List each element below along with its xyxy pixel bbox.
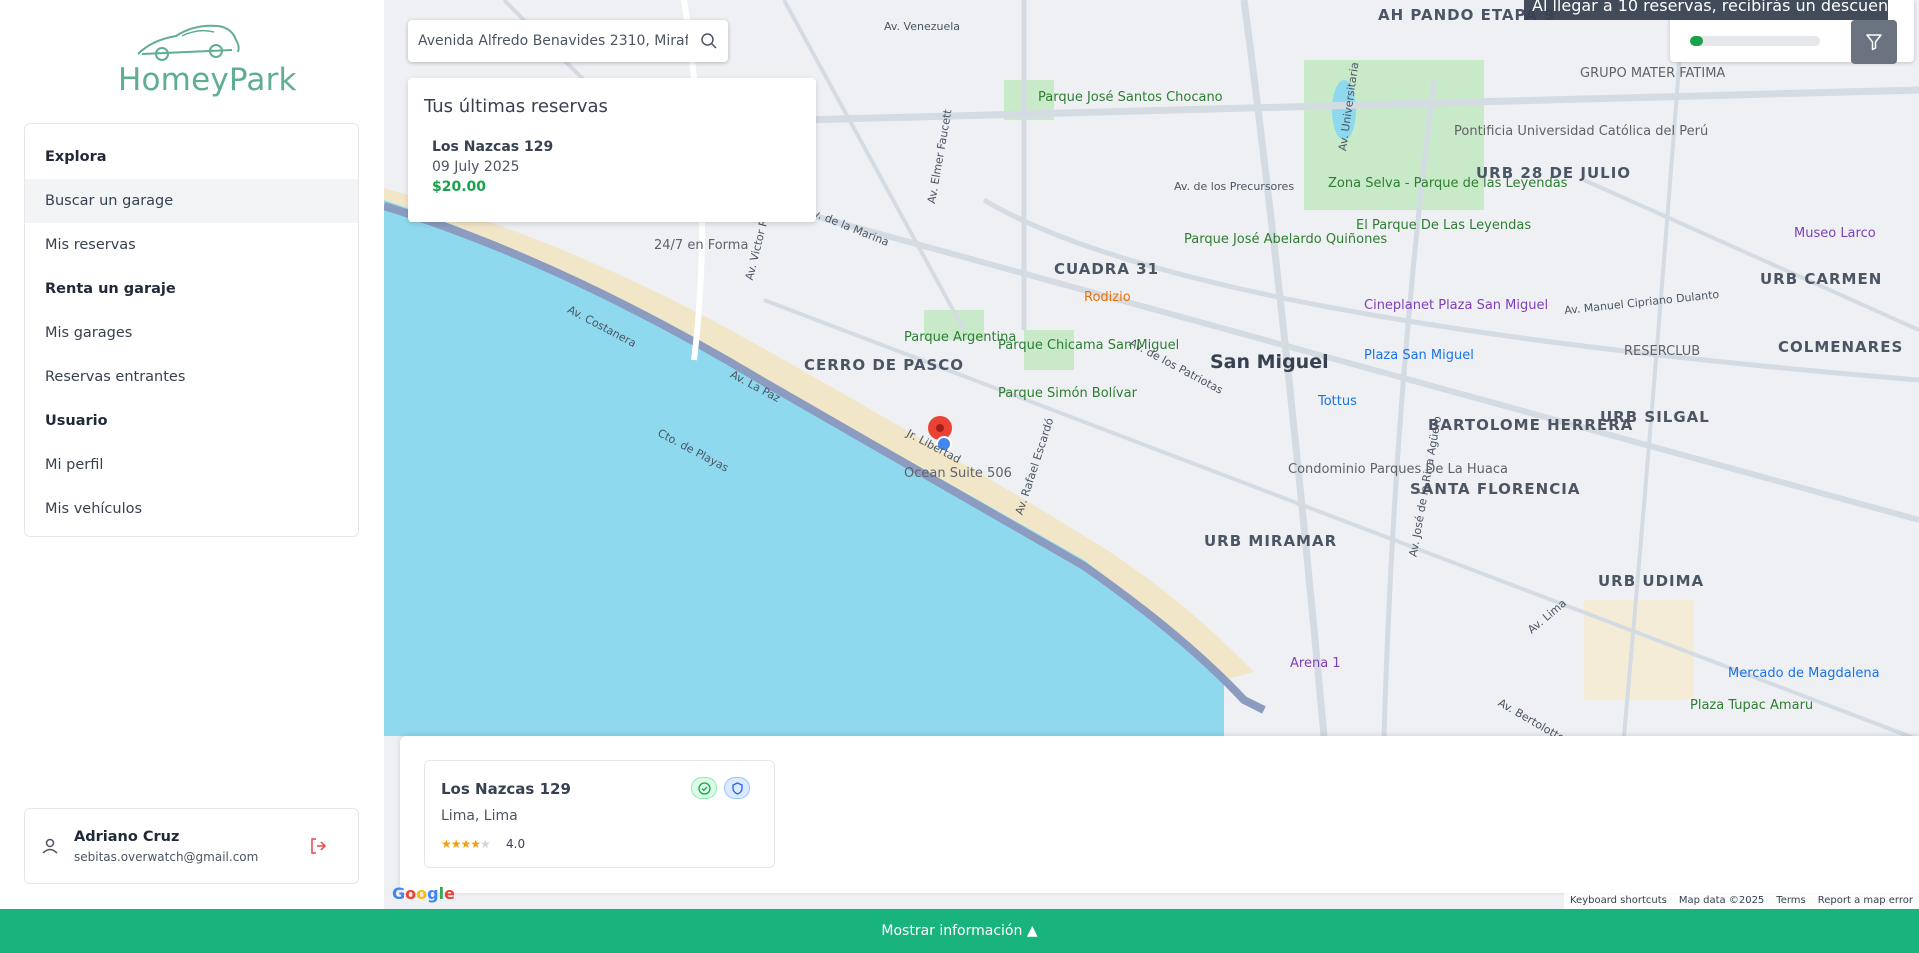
map-poi-place[interactable]: Pontificia Universidad Católica del Perú xyxy=(1454,124,1708,139)
reservation-date: 09 July 2025 xyxy=(432,159,520,175)
map-poi-park[interactable]: Plaza Tupac Amaru xyxy=(1690,698,1813,713)
discount-tooltip: Al llegar a 10 reservas, recibirás un de… xyxy=(1524,0,1904,20)
filter-button[interactable] xyxy=(1851,20,1897,64)
map-poi-market[interactable]: Mercado de Magdalena xyxy=(1728,666,1880,681)
terms-link[interactable]: Terms xyxy=(1770,893,1811,909)
report-error-link[interactable]: Report a map error xyxy=(1812,893,1919,909)
map-label-area: SANTA FLORENCIA xyxy=(1410,480,1581,498)
garage-location: Lima, Lima xyxy=(441,808,518,824)
results-panel: Los Nazcas 129 Lima, Lima ★★★★★ 4.0 xyxy=(400,736,1919,893)
user-card: Adriano Cruz sebitas.overwatch@gmail.com xyxy=(24,808,359,884)
star-rating: ★★★★★ xyxy=(441,837,491,851)
map-label-area: URB CARMEN xyxy=(1760,270,1883,288)
map-label-area: URB MIRAMAR xyxy=(1204,532,1338,550)
map-poi-place[interactable]: 24/7 en Forma xyxy=(654,238,748,253)
keyboard-shortcuts-link[interactable]: Keyboard shortcuts xyxy=(1564,893,1673,909)
map-poi-cinema[interactable]: Cineplanet Plaza San Miguel xyxy=(1364,298,1548,313)
sidebar-item-mis-reservas[interactable]: Mis reservas xyxy=(25,223,358,267)
user-icon xyxy=(42,838,58,854)
discount-progress-fill xyxy=(1690,36,1703,46)
search-input[interactable] xyxy=(418,30,688,52)
discount-progress-bar xyxy=(1690,36,1820,46)
map-label-area: URB SILGAL xyxy=(1600,408,1710,426)
map-poi-place[interactable]: Condominio Parques De La Huaca xyxy=(1288,462,1508,477)
google-logo: Google xyxy=(392,884,455,903)
map-poi-park[interactable]: Parque Simón Bolívar xyxy=(998,386,1137,401)
map[interactable]: San Miguel CERRO DE PASCO CUADRA 31 URB … xyxy=(384,0,1919,909)
map-poi-park[interactable]: El Parque De Las Leyendas xyxy=(1356,218,1531,233)
section-renta-garaje: Renta un garaje xyxy=(45,281,176,297)
map-poi-park[interactable]: Parque José Abelardo Quiñones xyxy=(1184,232,1387,247)
search-icon[interactable] xyxy=(700,32,718,50)
toggle-info-bar[interactable]: Mostrar información ▲ xyxy=(0,909,1919,953)
homeypark-logo[interactable]: HomeyPark xyxy=(110,20,297,102)
map-poi-place[interactable]: Ocean Suite 506 xyxy=(904,466,1012,481)
map-poi-restaurant[interactable]: Rodizio xyxy=(1084,290,1131,305)
map-label-district: San Miguel xyxy=(1210,351,1329,373)
map-poi-park[interactable]: Zona Selva - Parque de las Leyendas xyxy=(1328,176,1567,191)
recent-reservations-card: Tus últimas reservas Los Nazcas 129 09 J… xyxy=(408,78,816,222)
map-poi-store[interactable]: Tottus xyxy=(1318,394,1357,409)
rating-value: 4.0 xyxy=(506,837,526,851)
shield-icon xyxy=(732,782,743,795)
garage-name: Los Nazcas 129 xyxy=(441,780,571,798)
brand-name: HomeyPark xyxy=(118,62,297,98)
map-label-area: COLMENARES xyxy=(1778,338,1904,356)
filter-icon xyxy=(1866,34,1882,51)
map-poi-park[interactable]: Parque Chicama San Miguel xyxy=(998,338,1179,353)
sidebar-item-mi-perfil[interactable]: Mi perfil xyxy=(25,443,358,487)
map-poi-place[interactable]: RESERCLUB xyxy=(1624,344,1700,359)
map-poi-mall[interactable]: Plaza San Miguel xyxy=(1364,348,1474,363)
secure-badge xyxy=(724,777,750,799)
sidebar-item-reservas-entrantes[interactable]: Reservas entrantes xyxy=(25,355,358,399)
sidebar-nav: Explora Buscar un garage Mis reservas Re… xyxy=(24,123,359,537)
map-label-area: URB UDIMA xyxy=(1598,572,1705,590)
map-label-street: Av. de los Precursores xyxy=(1174,180,1295,193)
garage-card[interactable]: Los Nazcas 129 Lima, Lima ★★★★★ 4.0 xyxy=(424,760,775,868)
check-circle-icon xyxy=(698,782,711,795)
section-explora: Explora xyxy=(45,149,107,165)
map-poi-museum[interactable]: Museo Larco xyxy=(1794,226,1876,241)
sidebar-item-mis-garages[interactable]: Mis garages xyxy=(25,311,358,355)
search-box xyxy=(408,20,728,62)
sidebar-item-buscar-garage[interactable]: Buscar un garage xyxy=(25,179,358,223)
user-name: Adriano Cruz xyxy=(74,829,180,845)
verified-badge xyxy=(691,777,717,799)
map-data-text: Map data ©2025 xyxy=(1678,895,1765,906)
map-poi-arena[interactable]: Arena 1 xyxy=(1290,656,1341,671)
user-email: sebitas.overwatch@gmail.com xyxy=(74,850,259,864)
map-attribution: Keyboard shortcuts Map data ©2025 Terms … xyxy=(1564,893,1919,909)
reservation-name[interactable]: Los Nazcas 129 xyxy=(432,139,553,155)
map-poi-place[interactable]: GRUPO MATER FATIMA xyxy=(1580,66,1725,81)
logout-icon[interactable] xyxy=(309,837,327,855)
sidebar-item-mis-vehiculos[interactable]: Mis vehículos xyxy=(25,487,358,531)
section-usuario: Usuario xyxy=(45,413,108,429)
map-label-area: CUADRA 31 xyxy=(1054,260,1160,278)
sidebar: HomeyPark Explora Buscar un garage Mis r… xyxy=(0,0,384,909)
recent-reservations-title: Tus últimas reservas xyxy=(424,96,608,117)
map-label-street: Av. Venezuela xyxy=(884,20,961,33)
map-label-area: CERRO DE PASCO xyxy=(804,356,965,374)
reservation-price: $20.00 xyxy=(432,179,487,195)
car-logo-icon xyxy=(137,24,240,61)
map-poi-park[interactable]: Parque José Santos Chocano xyxy=(1038,90,1223,105)
